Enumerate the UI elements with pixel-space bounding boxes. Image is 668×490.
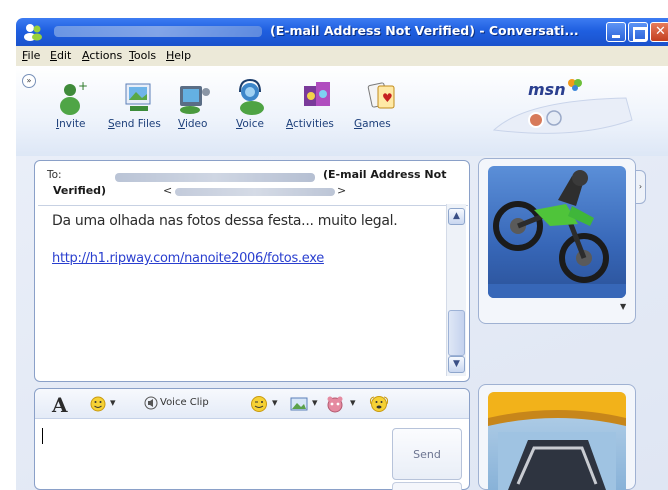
motocross-picture (488, 170, 626, 298)
maximize-button[interactable] (628, 22, 648, 42)
to-bracket-close: > (337, 184, 347, 197)
collapse-toolbar-icon[interactable]: » (22, 74, 36, 88)
send-label: Send (413, 448, 441, 461)
send-files-icon (125, 83, 151, 111)
minimize-button[interactable] (606, 22, 626, 42)
send-button[interactable]: Send (392, 428, 462, 480)
messenger-buddy-icon (24, 24, 42, 41)
activities-label: Activities (286, 118, 334, 130)
msn-butterfly-icon (568, 79, 582, 91)
redacted-email-address (175, 188, 335, 196)
menu-bar: File Edit Actions Tools Help (16, 46, 668, 66)
compose-input[interactable] (42, 428, 43, 444)
background-dropdown-icon[interactable]: ▾ (312, 396, 318, 409)
scroll-thumb[interactable] (448, 310, 465, 356)
wink-emoticon-icon[interactable] (250, 395, 268, 413)
to-verified-text: Verified) (53, 184, 107, 197)
close-icon: ✕ (655, 24, 666, 39)
video-camera-icon (180, 86, 210, 114)
menu-edit[interactable]: Edit (50, 49, 71, 62)
chevron-down-icon: ▼ (453, 359, 460, 369)
voice-headset-icon (239, 78, 264, 115)
activities-icon (304, 82, 330, 106)
expand-side-icon[interactable]: › (636, 170, 646, 204)
svg-text:+: + (78, 79, 88, 93)
nudge-creature-icon[interactable] (326, 395, 344, 413)
scroll-up-button[interactable]: ▲ (448, 208, 465, 225)
games-label: Games (354, 118, 391, 130)
close-button[interactable]: ✕ (650, 22, 668, 42)
search-button[interactable] (392, 482, 462, 490)
message-link[interactable]: http://h1.ripway.com/nanoite2006/fotos.e… (52, 251, 324, 266)
send-files-label: Send Files (108, 118, 161, 130)
redacted-contact-name (115, 173, 315, 182)
menu-actions[interactable]: Actions (82, 49, 122, 62)
games-cards-icon: ♥ (367, 82, 395, 109)
voice-clip-button[interactable]: Voice Clip (160, 397, 209, 408)
emoticon-smile-icon[interactable] (90, 396, 106, 412)
msn-logo: msn (528, 80, 566, 99)
to-unverified-text: (E-mail Address Not (323, 168, 447, 181)
window-title: (E-mail Address Not Verified) - Conversa… (270, 23, 579, 38)
message-history[interactable]: Da uma olhada nas fotos dessa festa... m… (38, 205, 468, 375)
picture-options-icon[interactable]: ▼ (620, 302, 626, 311)
main-toolbar: » + Invite Send Files Video Voice Activi… (16, 66, 668, 156)
svg-text:♥: ♥ (382, 91, 393, 105)
history-scrollbar[interactable]: ▲ ▼ (446, 204, 466, 376)
video-label: Video (178, 118, 208, 130)
background-image-icon[interactable] (290, 397, 308, 411)
wink-dropdown-icon[interactable]: ▾ (272, 396, 278, 409)
menu-help[interactable]: Help (166, 49, 191, 62)
to-bracket-open: < (163, 184, 173, 197)
contact-display-picture[interactable] (488, 166, 626, 298)
to-label: To: (47, 169, 62, 181)
chevron-up-icon: ▲ (453, 211, 460, 221)
message-text: Da uma olhada nas fotos dessa festa... m… (52, 213, 398, 229)
scroll-down-button[interactable]: ▼ (448, 356, 465, 373)
voice-clip-icon (144, 396, 158, 410)
invite-label: Invite (56, 118, 86, 130)
title-bar[interactable]: (E-mail Address Not Verified) - Conversa… (16, 18, 668, 46)
menu-file[interactable]: File (22, 49, 40, 62)
voice-label: Voice (236, 118, 264, 130)
my-display-picture[interactable] (488, 392, 626, 490)
beach-chair-picture (488, 392, 626, 490)
redacted-contact-name (54, 26, 262, 37)
emoticon-dropdown-icon[interactable]: ▾ (110, 396, 116, 409)
nudge-face-icon[interactable] (368, 394, 390, 414)
font-button[interactable]: A (52, 393, 68, 417)
nudge-dropdown-icon[interactable]: ▾ (350, 396, 356, 409)
invite-icon: + (60, 79, 88, 115)
menu-tools[interactable]: Tools (129, 49, 156, 62)
